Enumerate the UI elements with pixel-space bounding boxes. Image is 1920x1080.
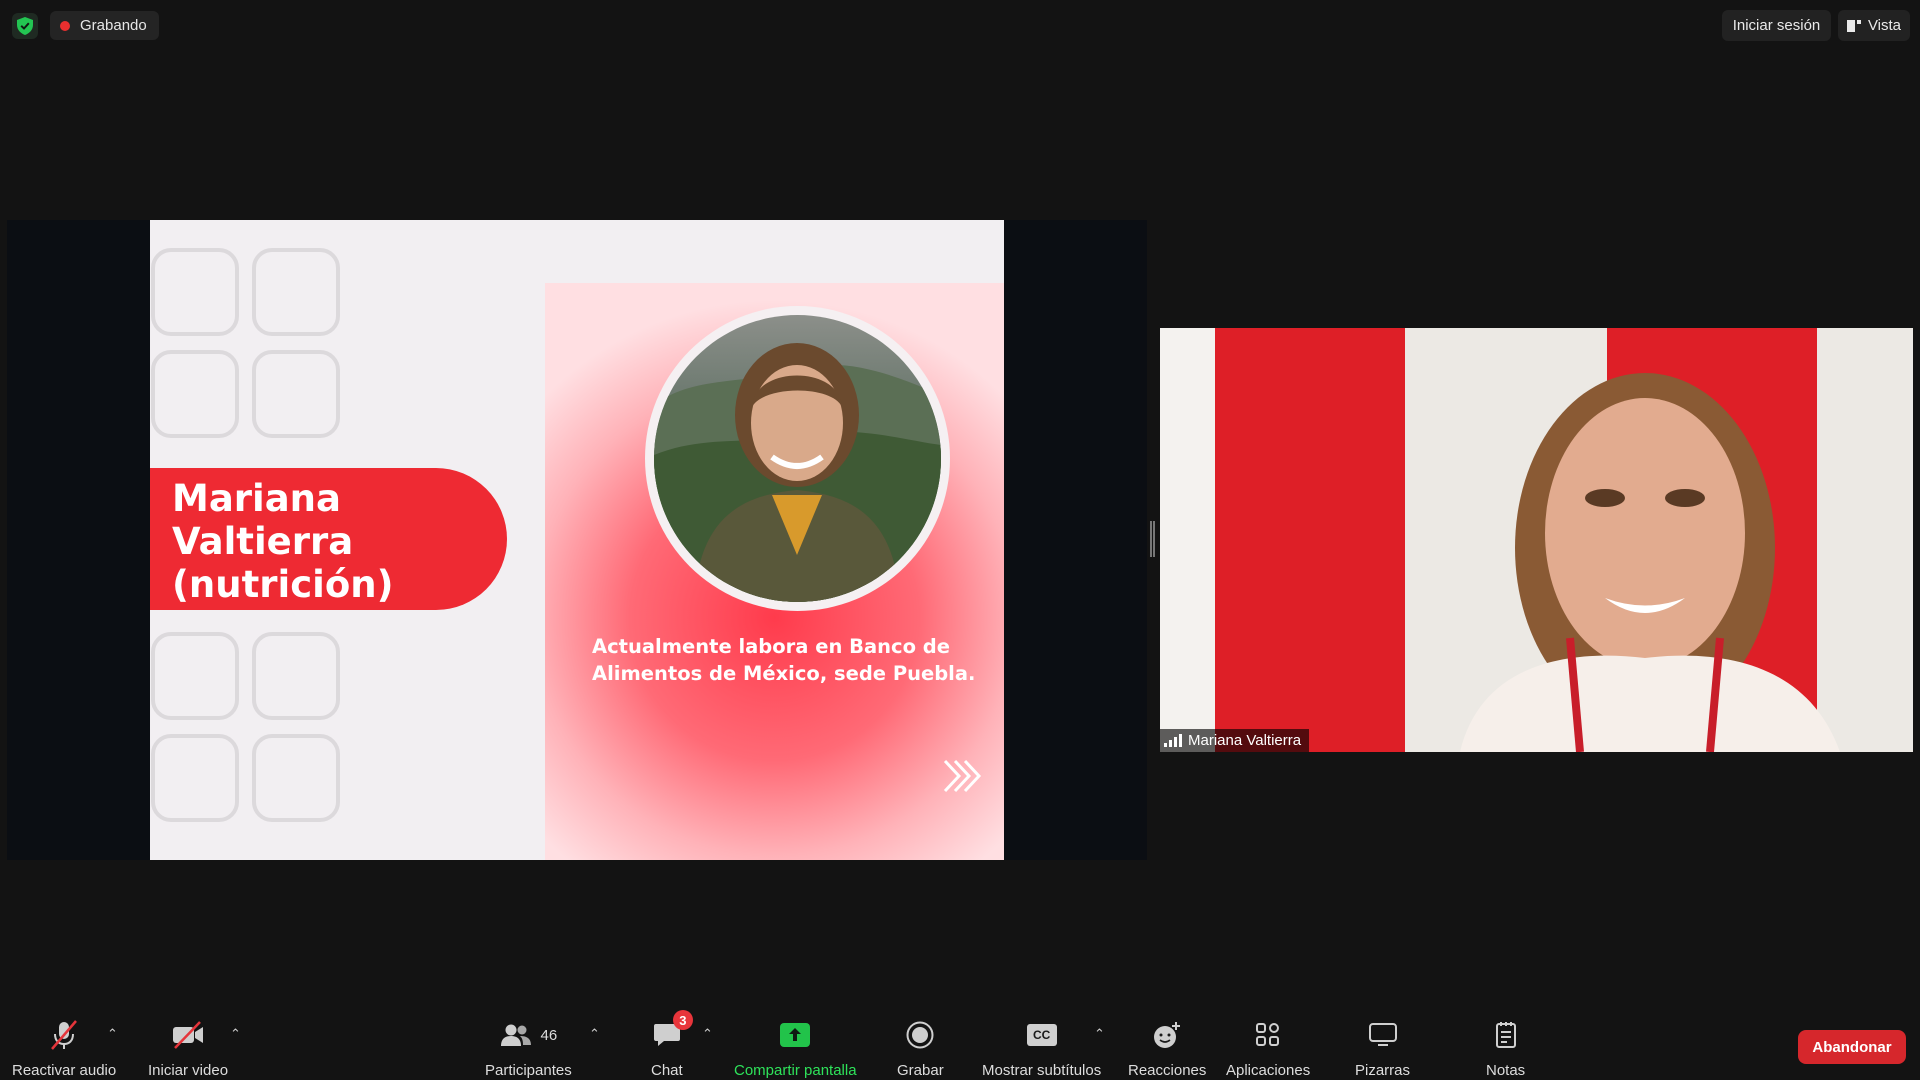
record-button[interactable]: Grabar xyxy=(897,1016,944,1079)
record-icon xyxy=(906,1021,934,1049)
decorative-square xyxy=(151,248,239,336)
whiteboard-icon xyxy=(1368,1023,1397,1046)
chat-button[interactable]: 3 Chat xyxy=(651,1010,693,1079)
captions-button[interactable]: CC Mostrar subtítulos xyxy=(982,1016,1101,1079)
share-screen-icon xyxy=(780,1023,811,1047)
speaker-bio: Actualmente labora en Banco de Alimentos… xyxy=(592,635,976,685)
start-video-label: Iniciar video xyxy=(148,1062,229,1079)
notes-label: Notas xyxy=(1486,1062,1526,1079)
reactions-label: Reacciones xyxy=(1128,1062,1207,1079)
chat-label: Chat xyxy=(651,1062,683,1079)
camera-off-icon xyxy=(173,1021,204,1049)
recording-dot-icon xyxy=(60,20,70,31)
apps-label: Aplicaciones xyxy=(1226,1062,1311,1079)
panel-resize-handle[interactable] xyxy=(1150,521,1155,557)
chat-unread-badge: 3 xyxy=(672,1010,693,1030)
reactions-button[interactable]: Reacciones xyxy=(1128,1016,1206,1079)
apps-icon xyxy=(1256,1023,1280,1046)
unmute-label: Reactivar audio xyxy=(12,1062,117,1079)
share-screen-label: Compartir pantalla xyxy=(734,1062,857,1079)
speaker-photo xyxy=(654,315,941,602)
captions-options-chevron-icon[interactable]: ⌃ xyxy=(1094,1026,1105,1042)
double-chevron-right-icon xyxy=(943,759,982,793)
recording-indicator[interactable]: Grabando xyxy=(50,11,159,40)
start-video-button[interactable]: Iniciar video xyxy=(148,1016,228,1079)
decorative-square xyxy=(252,248,340,336)
notes-icon xyxy=(1495,1022,1516,1048)
participants-button[interactable]: 46 Participantes xyxy=(485,1016,572,1079)
whiteboards-button[interactable]: Pizarras xyxy=(1355,1016,1410,1079)
decorative-square xyxy=(151,350,239,438)
view-button[interactable]: Vista xyxy=(1838,10,1910,41)
sign-in-button[interactable]: Iniciar sesión xyxy=(1722,10,1831,41)
decorative-square xyxy=(252,350,340,438)
leave-meeting-button[interactable]: Abandonar xyxy=(1798,1030,1906,1064)
view-layout-icon xyxy=(1846,19,1861,32)
captions-label: Mostrar subtítulos xyxy=(982,1062,1102,1079)
participants-options-chevron-icon[interactable]: ⌃ xyxy=(589,1026,600,1042)
participants-label: Participantes xyxy=(485,1062,572,1079)
signal-strength-icon xyxy=(1164,734,1182,747)
participant-name-tag: Mariana Valtierra xyxy=(1160,729,1310,752)
decorative-square xyxy=(151,734,239,822)
smiley-plus-icon xyxy=(1154,1022,1181,1048)
participant-video[interactable] xyxy=(1160,328,1913,752)
apps-button[interactable]: Aplicaciones xyxy=(1226,1016,1310,1079)
decorative-square xyxy=(151,632,239,720)
notes-button[interactable]: Notas xyxy=(1486,1016,1525,1079)
microphone-muted-icon xyxy=(51,1020,78,1050)
decorative-square xyxy=(252,632,340,720)
decorative-square xyxy=(252,734,340,822)
view-label: Vista xyxy=(1867,17,1902,34)
share-screen-button[interactable]: Compartir pantalla xyxy=(734,1016,857,1079)
shield-check-icon xyxy=(17,17,33,35)
whiteboards-label: Pizarras xyxy=(1355,1062,1411,1079)
unmute-button[interactable]: Reactivar audio xyxy=(12,1016,116,1079)
closed-captions-icon: CC xyxy=(1026,1024,1057,1046)
security-shield-button[interactable] xyxy=(12,13,38,39)
participants-count: 46 xyxy=(540,1026,558,1044)
sign-in-label: Iniciar sesión xyxy=(1732,17,1821,34)
shared-screen: Mariana Valtierra (nutrición) Actualment… xyxy=(7,220,1147,860)
record-label: Grabar xyxy=(897,1062,944,1079)
chat-options-chevron-icon[interactable]: ⌃ xyxy=(702,1026,713,1042)
audio-options-chevron-icon[interactable]: ⌃ xyxy=(107,1026,118,1042)
participant-name: Mariana Valtierra xyxy=(1188,732,1302,749)
presentation-slide: Mariana Valtierra (nutrición) Actualment… xyxy=(150,220,1004,860)
participants-icon xyxy=(500,1024,531,1046)
speaker-name: Mariana Valtierra (nutrición) xyxy=(172,477,394,606)
recording-label: Grabando xyxy=(80,17,147,34)
video-options-chevron-icon[interactable]: ⌃ xyxy=(230,1026,241,1042)
